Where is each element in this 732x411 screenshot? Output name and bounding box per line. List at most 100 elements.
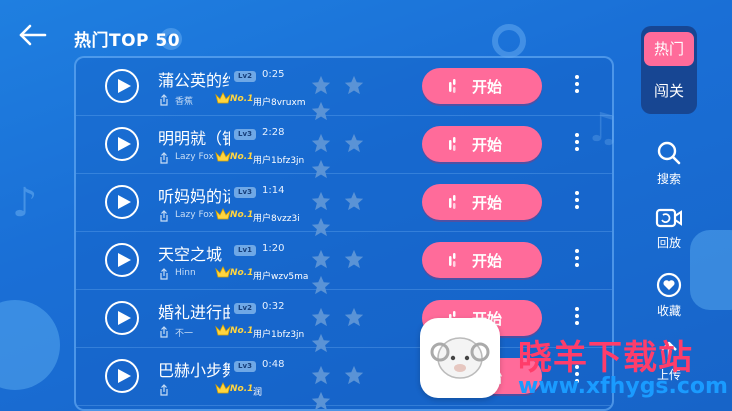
play-button[interactable]: [105, 69, 139, 103]
back-button[interactable]: [18, 22, 48, 48]
star-icon: [311, 191, 331, 211]
song-artist: Lazy Fox: [175, 152, 214, 162]
start-button-label: 开始: [472, 78, 503, 96]
replay-icon: [655, 208, 682, 228]
watermark-logo: [420, 318, 500, 398]
rank-label: No.1: [230, 384, 254, 394]
song-title: 天空之城: [158, 245, 223, 263]
search-button[interactable]: 搜索: [641, 140, 697, 190]
star-icon: [344, 75, 364, 95]
replay-label: 回放: [656, 236, 681, 250]
crown-icon: [215, 266, 231, 278]
song-artist: 不一: [175, 329, 194, 338]
more-options-button[interactable]: [570, 246, 584, 274]
side-tab-group: 热门 闯关: [641, 26, 697, 114]
song-row[interactable]: 蒲公英的约定 Lv2 0:25 香蕉 No.1 用户8vruxm 开始: [76, 58, 612, 121]
song-title: 听妈妈的话: [158, 187, 230, 205]
difficulty-stars: [310, 364, 400, 409]
crown-icon: [215, 324, 231, 336]
star-icon: [311, 133, 331, 153]
share-icon[interactable]: [158, 268, 170, 280]
song-duration: 0:48: [262, 359, 285, 370]
start-button-label: 开始: [472, 136, 503, 154]
rank-label: No.1: [230, 210, 254, 220]
sound-wave-icon: [449, 137, 456, 151]
background-blob: [0, 300, 60, 390]
play-button[interactable]: [105, 127, 139, 161]
tab-challenge[interactable]: 闯关: [644, 74, 694, 108]
page-title: 热门TOP 50: [74, 31, 181, 51]
tab-hot[interactable]: 热门: [644, 32, 694, 66]
play-button[interactable]: [105, 301, 139, 335]
song-title: 巴赫小步舞曲: [158, 361, 230, 379]
star-icon: [344, 365, 364, 385]
share-icon[interactable]: [158, 210, 170, 222]
rank-label: No.1: [230, 268, 254, 278]
search-label: 搜索: [656, 172, 681, 186]
replay-button[interactable]: 回放: [641, 206, 697, 256]
start-button[interactable]: 开始: [422, 126, 542, 162]
song-artist: [175, 384, 215, 396]
crown-icon: [215, 150, 231, 162]
favorite-icon: [656, 272, 682, 298]
song-duration: 1:20: [262, 243, 285, 254]
level-badge: Lv2: [234, 303, 256, 314]
more-options-button[interactable]: [570, 188, 584, 216]
share-icon[interactable]: [158, 152, 170, 164]
watermark-url: www.xfhygs.com: [518, 374, 728, 399]
difficulty-stars: [310, 190, 400, 237]
song-artist: Hinn: [175, 268, 196, 278]
crown-icon: [215, 208, 231, 220]
share-icon[interactable]: [158, 384, 170, 396]
song-duration: 2:28: [262, 127, 285, 138]
song-title: 明明就（钢琴版）: [158, 129, 230, 147]
start-button[interactable]: 开始: [422, 242, 542, 278]
star-icon: [311, 391, 331, 409]
arrow-left-icon: [19, 24, 47, 46]
start-button[interactable]: 开始: [422, 68, 542, 104]
star-icon: [344, 307, 364, 327]
uploader-name: 用户1bfz3jn: [253, 330, 305, 340]
difficulty-stars: [310, 306, 400, 353]
sound-wave-icon: [449, 253, 456, 267]
play-button[interactable]: [105, 243, 139, 277]
song-row[interactable]: 天空之城 Lv1 1:20 Hinn No.1 用户wzv5ma 开始: [76, 232, 612, 295]
uploader-name: 用户8vruxm: [253, 98, 306, 108]
difficulty-stars: [310, 132, 400, 179]
start-button-label: 开始: [472, 194, 503, 212]
crown-icon: [215, 382, 231, 394]
start-button-label: 开始: [472, 252, 503, 270]
uploader-name: 润: [253, 388, 263, 398]
star-icon: [344, 191, 364, 211]
song-artist: 香蕉: [175, 97, 194, 106]
level-badge: Lv3: [234, 361, 256, 372]
share-icon[interactable]: [158, 94, 170, 106]
star-icon: [311, 365, 331, 385]
song-duration: 1:14: [262, 185, 285, 196]
sound-wave-icon: [449, 195, 456, 209]
more-options-button[interactable]: [570, 72, 584, 100]
start-button[interactable]: 开始: [422, 184, 542, 220]
difficulty-stars: [310, 248, 400, 295]
favorite-button[interactable]: 收藏: [641, 272, 697, 322]
star-icon: [311, 307, 331, 327]
more-options-button[interactable]: [570, 130, 584, 158]
song-duration: 0:25: [262, 69, 285, 80]
star-icon: [311, 75, 331, 95]
rank-label: No.1: [230, 326, 254, 336]
more-options-button[interactable]: [570, 304, 584, 332]
sheep-logo-icon: [430, 337, 490, 379]
play-button[interactable]: [105, 185, 139, 219]
play-button[interactable]: [105, 359, 139, 393]
watermark-text: 晓羊下载站: [518, 338, 693, 378]
song-row[interactable]: 听妈妈的话 Lv3 1:14 Lazy Fox No.1 用户8vzz3i 开始: [76, 174, 612, 237]
song-row[interactable]: 明明就（钢琴版） Lv3 2:28 Lazy Fox No.1 用户1bfz3j…: [76, 116, 612, 179]
share-icon[interactable]: [158, 326, 170, 338]
level-badge: Lv3: [234, 187, 256, 198]
song-title: 蒲公英的约定: [158, 71, 230, 89]
star-icon: [344, 133, 364, 153]
uploader-name: 用户8vzz3i: [253, 214, 300, 224]
sound-wave-icon: [449, 79, 456, 93]
song-artist: Lazy Fox: [175, 210, 214, 220]
search-icon: [657, 141, 681, 165]
